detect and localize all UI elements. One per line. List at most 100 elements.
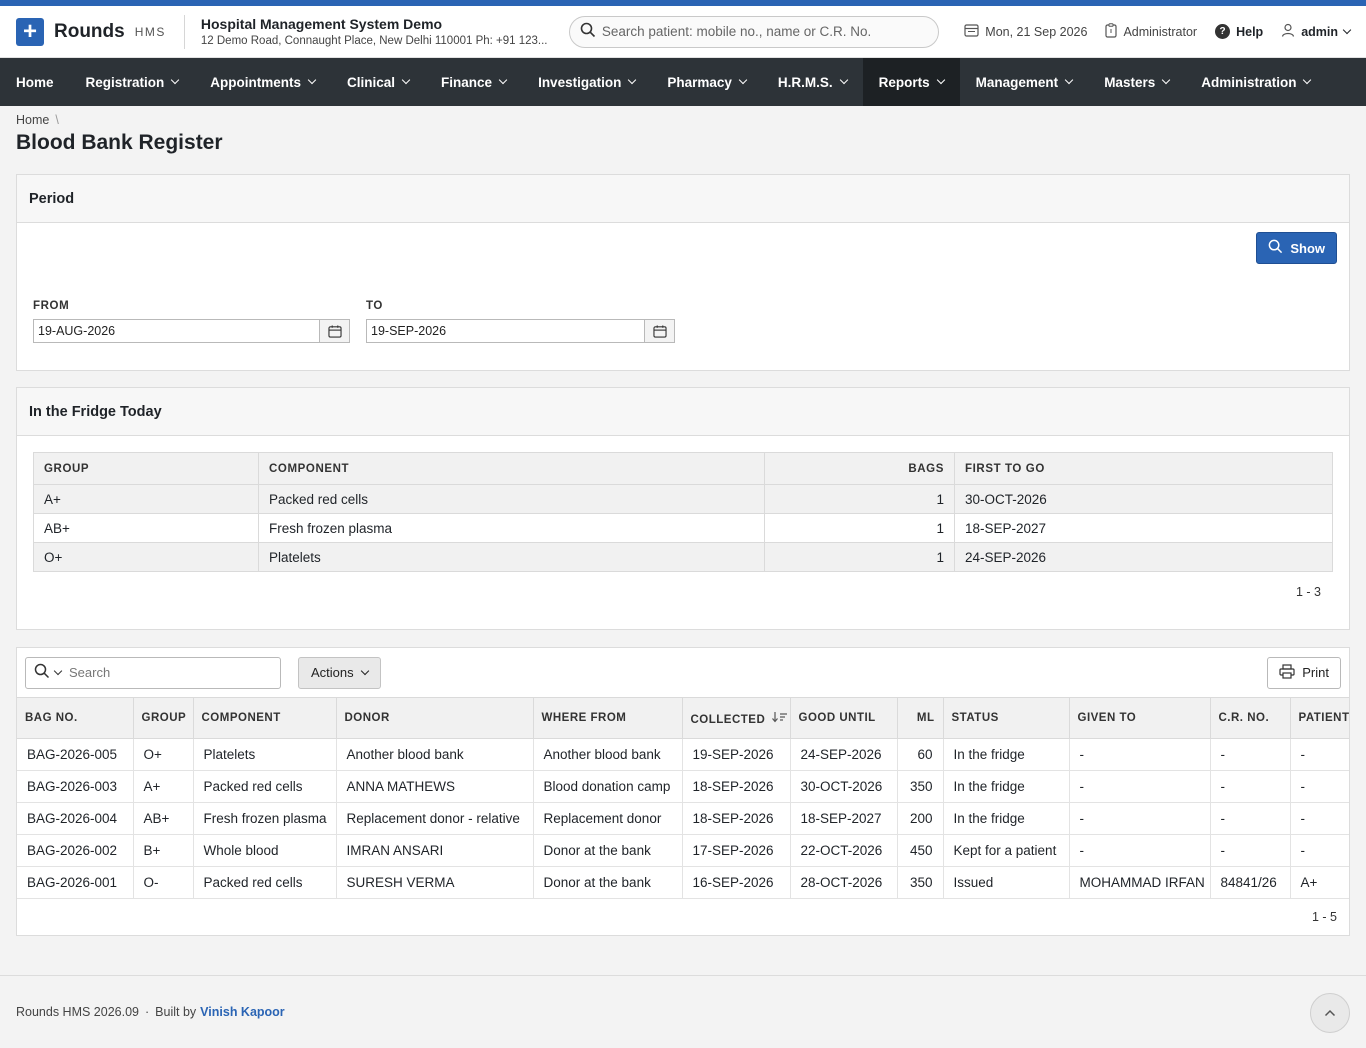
- footer-author-link[interactable]: Vinish Kapoor: [200, 1005, 285, 1019]
- col-donor[interactable]: DONOR: [335, 697, 533, 739]
- table-row[interactable]: BAG-2026-002 B+ Whole blood IMRAN ANSARI…: [17, 834, 1349, 867]
- table-row[interactable]: BAG-2026-004 AB+ Fresh frozen plasma Rep…: [17, 802, 1349, 835]
- cell-component: Packed red cells: [192, 770, 336, 803]
- register-search[interactable]: [25, 656, 281, 689]
- nav-reports[interactable]: Reports: [862, 58, 960, 106]
- main-nav: Home Registration Appointments Clinical …: [0, 58, 1366, 106]
- cell-good-until: 24-SEP-2026: [789, 738, 897, 771]
- breadcrumb-home[interactable]: Home: [16, 113, 49, 127]
- cell-ml: 60: [896, 738, 943, 771]
- chevron-down-icon: [839, 75, 848, 85]
- col-patient[interactable]: PATIENT: [1289, 697, 1349, 739]
- cell-status: In the fridge: [942, 770, 1069, 803]
- show-button-label: Show: [1290, 240, 1325, 256]
- chevron-down-icon: [498, 75, 508, 85]
- col-status[interactable]: STATUS: [942, 697, 1069, 739]
- cell-group: A+: [33, 484, 259, 514]
- nav-registration[interactable]: Registration: [70, 58, 195, 106]
- nav-label: Home: [16, 74, 54, 90]
- cell-collected: 17-SEP-2026: [681, 834, 790, 867]
- col-component[interactable]: COMPONENT: [258, 452, 765, 485]
- col-first-to-go[interactable]: FIRST TO GO: [954, 452, 1333, 485]
- nav-finance[interactable]: Finance: [425, 58, 522, 106]
- col-group[interactable]: GROUP: [33, 452, 259, 485]
- cell-bags: 1: [764, 542, 955, 572]
- help-link[interactable]: ? Help: [1215, 24, 1263, 39]
- cell-patient: -: [1289, 802, 1349, 835]
- cell-donor: ANNA MATHEWS: [335, 770, 533, 803]
- cell-component: Whole blood: [192, 834, 336, 867]
- cell-cr-no: -: [1209, 738, 1290, 771]
- scroll-to-top-button[interactable]: [1310, 993, 1350, 1033]
- header-divider: [183, 14, 185, 49]
- nav-clinical[interactable]: Clinical: [331, 58, 425, 106]
- nav-management[interactable]: Management: [960, 58, 1089, 106]
- cell-given-to: -: [1068, 802, 1210, 835]
- col-bag-no[interactable]: BAG NO.: [17, 697, 133, 739]
- to-field: TO: [366, 300, 675, 343]
- main-content: Home \ Blood Bank Register Period Show FR…: [0, 113, 1366, 936]
- table-row[interactable]: BAG-2026-005 O+ Platelets Another blood …: [17, 738, 1349, 771]
- hospital-name: Hospital Management System Demo: [200, 16, 443, 32]
- fridge-card: In the Fridge Today GROUP COMPONENT BAGS…: [16, 387, 1350, 630]
- from-date-input[interactable]: [34, 320, 319, 342]
- col-cr-no[interactable]: C.R. NO.: [1209, 697, 1290, 739]
- print-button[interactable]: Print: [1267, 656, 1341, 689]
- col-collected[interactable]: COLLECTED: [681, 697, 790, 739]
- register-pager: 1 - 5: [1311, 910, 1337, 924]
- col-bags[interactable]: BAGS: [764, 452, 955, 485]
- search-icon: [34, 663, 50, 682]
- fridge-header-row: GROUP COMPONENT BAGS FIRST TO GO: [33, 452, 1333, 485]
- calendar-icon[interactable]: [319, 320, 349, 342]
- patient-search-input[interactable]: [601, 24, 922, 39]
- nav-home[interactable]: Home: [0, 58, 70, 106]
- chevron-down-icon[interactable]: [53, 666, 63, 675]
- register-search-input[interactable]: [69, 665, 259, 680]
- cell-first-to-go: 30-OCT-2026: [954, 484, 1333, 514]
- fridge-table: GROUP COMPONENT BAGS FIRST TO GO A+ Pack…: [33, 452, 1333, 572]
- cell-component: Fresh frozen plasma: [192, 802, 336, 835]
- nav-administration[interactable]: Administration: [1185, 58, 1326, 106]
- sort-desc-icon[interactable]: [772, 711, 788, 726]
- brand-sub: HMS: [134, 24, 166, 39]
- col-good-until[interactable]: GOOD UNTIL: [789, 697, 897, 739]
- printer-icon: [1279, 663, 1295, 682]
- nav-hrms[interactable]: H.R.M.S.: [762, 58, 863, 106]
- col-ml[interactable]: ML: [896, 697, 943, 739]
- col-where-from[interactable]: WHERE FROM: [532, 697, 682, 739]
- help-label: Help: [1236, 24, 1264, 39]
- register-table-wrap[interactable]: BAG NO. GROUP COMPONENT DONOR WHERE FROM…: [17, 697, 1349, 899]
- cell-where-from: Another blood bank: [532, 738, 682, 771]
- cell-where-from: Replacement donor: [532, 802, 682, 835]
- role-display[interactable]: Administrator: [1105, 22, 1198, 41]
- brand-name[interactable]: Rounds: [54, 21, 125, 43]
- table-row[interactable]: BAG-2026-001 O- Packed red cells SURESH …: [17, 866, 1349, 899]
- nav-appointments[interactable]: Appointments: [194, 58, 331, 106]
- nav-investigation[interactable]: Investigation: [522, 58, 651, 106]
- nav-label: Investigation: [538, 74, 622, 90]
- show-button[interactable]: Show: [1256, 232, 1337, 264]
- calendar-icon: [964, 23, 979, 40]
- col-component[interactable]: COMPONENT: [192, 697, 336, 739]
- register-card: Actions Print BAG NO. GROUP COM: [16, 647, 1350, 936]
- search-icon: [580, 22, 596, 41]
- from-input-group: [33, 319, 350, 343]
- cell-donor: IMRAN ANSARI: [335, 834, 533, 867]
- nav-pharmacy[interactable]: Pharmacy: [651, 58, 762, 106]
- nav-label: Pharmacy: [667, 74, 732, 90]
- col-given-to[interactable]: GIVEN TO: [1068, 697, 1210, 739]
- table-row[interactable]: BAG-2026-003 A+ Packed red cells ANNA MA…: [17, 770, 1349, 803]
- nav-masters[interactable]: Masters: [1088, 58, 1185, 106]
- col-group[interactable]: GROUP: [132, 697, 193, 739]
- actions-button[interactable]: Actions: [298, 656, 381, 689]
- logo-plus-icon[interactable]: +: [16, 17, 44, 46]
- patient-search[interactable]: [568, 15, 939, 48]
- user-menu[interactable]: admin: [1281, 23, 1352, 40]
- nav-label: Appointments: [210, 74, 302, 90]
- calendar-icon[interactable]: [644, 320, 674, 342]
- to-label: TO: [366, 300, 383, 312]
- to-date-input[interactable]: [367, 320, 644, 342]
- print-label: Print: [1302, 665, 1329, 680]
- role-label: Administrator: [1123, 24, 1198, 39]
- nav-label: Administration: [1201, 74, 1297, 90]
